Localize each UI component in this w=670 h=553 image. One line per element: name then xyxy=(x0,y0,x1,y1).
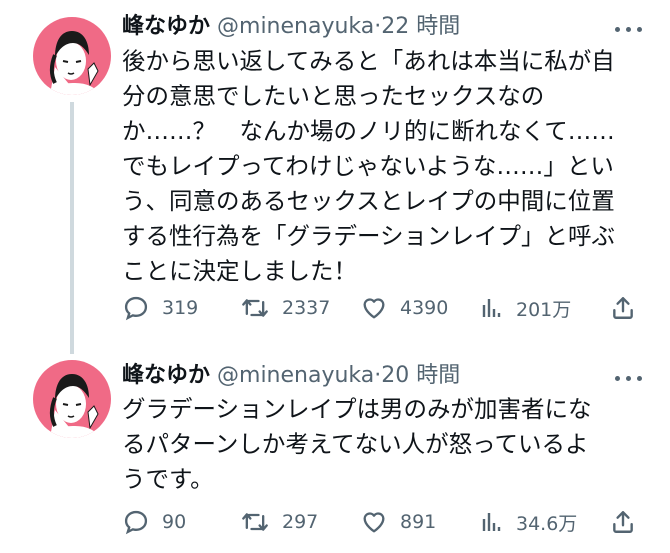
tweet-text-line: るパターンしか考えてない人が怒っているよ xyxy=(122,430,589,458)
views-button[interactable]: 34.6万 xyxy=(480,507,577,537)
retweet-count: 2337 xyxy=(282,297,331,319)
reply-button[interactable]: 90 xyxy=(122,507,186,537)
view-count: 201万 xyxy=(516,298,572,321)
reply-icon xyxy=(122,508,150,536)
share-button[interactable] xyxy=(610,507,636,537)
views-icon xyxy=(480,509,504,535)
retweet-icon xyxy=(240,294,270,322)
retweet-button[interactable]: 2337 xyxy=(240,293,330,323)
author-name[interactable]: 峰なゆか xyxy=(122,14,210,39)
more-icon[interactable] xyxy=(612,366,646,390)
like-count: 4390 xyxy=(400,297,449,319)
like-icon xyxy=(360,294,388,322)
action-bar: 90 297 891 34.6万 xyxy=(122,507,642,537)
views-icon xyxy=(480,295,504,321)
author-handle[interactable]: @minenayuka xyxy=(217,14,374,39)
tweet-text-line: する性行為を「グラデーションレイプ」と呼ぶ xyxy=(122,222,616,250)
avatar-portrait-icon xyxy=(33,17,111,95)
tweet-text-line: う、同意のあるセックスとレイプの中間に位置 xyxy=(122,187,615,215)
action-bar: 319 2337 4390 201万 xyxy=(122,293,642,323)
tweet-header: 峰なゆか @minenayuka·22 時間 xyxy=(122,11,460,43)
avatar[interactable] xyxy=(33,17,111,95)
reply-icon xyxy=(122,294,150,322)
retweet-button[interactable]: 297 xyxy=(240,507,318,537)
share-button[interactable] xyxy=(610,293,636,323)
like-button[interactable]: 4390 xyxy=(360,293,448,323)
tweet-text-line: 分の意思でしたいと思ったセックスなの xyxy=(122,82,545,110)
thread-connector-line xyxy=(70,102,74,354)
like-icon xyxy=(360,508,388,536)
author-handle[interactable]: @minenayuka xyxy=(217,363,374,388)
like-count: 891 xyxy=(400,511,437,533)
share-icon xyxy=(610,294,636,322)
author-name[interactable]: 峰なゆか xyxy=(122,363,210,388)
tweet-text: グラデーションレイプは男のみが加害者にな るパターンしか考えてない人が怒っている… xyxy=(122,392,662,497)
tweet-header: 峰なゆか @minenayuka·20 時間 xyxy=(122,360,460,392)
retweet-count: 297 xyxy=(282,511,319,533)
timestamp[interactable]: 22 時間 xyxy=(381,14,460,39)
retweet-icon xyxy=(240,508,270,536)
tweet-text-line: うです。 xyxy=(122,465,214,493)
like-button[interactable]: 891 xyxy=(360,507,436,537)
tweet-text-line: グラデーションレイプは男のみが加害者にな xyxy=(122,395,592,423)
views-button[interactable]: 201万 xyxy=(480,293,571,323)
reply-count: 319 xyxy=(162,297,199,319)
tweet-text-line: か……？ なんか場のノリ的に断れなくて…… xyxy=(122,117,615,145)
view-count: 34.6万 xyxy=(516,512,578,535)
timestamp[interactable]: 20 時間 xyxy=(381,363,460,388)
tweet-text: 後から思い返してみると「あれは本当に私が自 分の意思でしたいと思ったセックスなの… xyxy=(122,44,662,289)
tweet-text-line: でもレイプってわけじゃないような……」とい xyxy=(122,152,614,180)
avatar[interactable] xyxy=(33,360,111,438)
avatar-portrait-icon xyxy=(33,360,111,438)
reply-button[interactable]: 319 xyxy=(122,293,198,323)
tweet-text-line: ことに決定しました！ xyxy=(122,257,357,285)
more-icon[interactable] xyxy=(612,17,646,41)
share-icon xyxy=(610,508,636,536)
reply-count: 90 xyxy=(162,511,187,533)
tweet-text-line: 後から思い返してみると「あれは本当に私が自 xyxy=(122,47,615,75)
